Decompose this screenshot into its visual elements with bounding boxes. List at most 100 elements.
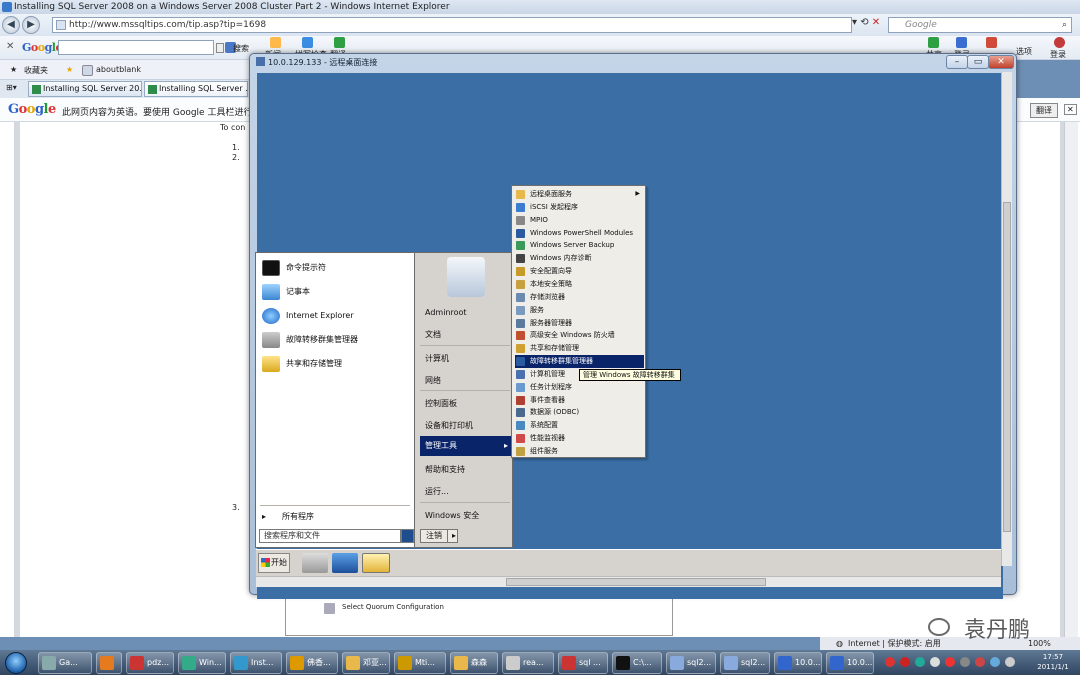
computer-link[interactable]: 计算机 [425,353,449,364]
search-icon[interactable]: ⌕ [1062,18,1067,32]
taskbar-button[interactable]: 10.0... [826,652,874,674]
translate-page-button[interactable]: 翻译 [1030,103,1058,118]
url-field[interactable]: http://www.mssqltips.com/tip.asp?tip=169… [52,17,852,33]
scroll-thumb[interactable] [1003,202,1011,532]
start-item-failover[interactable]: 故障转移群集管理器 [262,330,358,350]
admin-tool-item[interactable]: 远程桌面服务 ▶ [515,188,644,201]
taskbar-button[interactable]: sql ... [558,652,608,674]
start-search-input[interactable]: 搜索程序和文件 [259,529,401,543]
favorites-button[interactable]: 收藏夹 [24,65,48,76]
arrow-right-icon[interactable]: ▸ [452,530,456,542]
tab-2[interactable]: Installing SQL Server ... [144,81,248,97]
taskbar-button[interactable]: Ga... [38,652,92,674]
start-item-share-storage[interactable]: 共享和存储管理 [262,354,342,374]
all-programs[interactable]: ▸ 所有程序 [260,510,412,524]
admin-tool-item[interactable]: 任务计划程序 [515,381,644,394]
stop-icon[interactable]: ✕ [872,17,880,28]
taskbar-button[interactable]: pdz... [126,652,174,674]
aboutblank-link[interactable]: aboutblank [96,65,141,74]
server-manager-icon[interactable] [302,553,328,573]
system-clock[interactable]: 17:57 2011/1/1 [1028,652,1078,674]
taskbar-button[interactable]: Inst... [230,652,282,674]
admin-tool-item[interactable]: 性能监视器 [515,432,644,445]
tray-icon[interactable] [930,657,940,667]
network-icon[interactable] [990,657,1000,667]
admin-tool-item[interactable]: 事件查看器 [515,394,644,407]
dropdown-icon[interactable] [216,43,224,53]
admin-tool-item[interactable]: MPIO [515,214,644,227]
taskbar-button[interactable]: 邓亚... [342,652,390,674]
explorer-folder-icon[interactable] [362,553,390,573]
network-link[interactable]: 网络 [425,375,441,386]
start-item-cmd[interactable]: 命令提示符 [262,258,326,278]
admin-tool-item[interactable]: 服务器管理器 [515,317,644,330]
quick-tabs-icon[interactable]: ⊞▾ [6,83,17,92]
devices-printers-link[interactable]: 设备和打印机 [425,420,473,431]
google-search-button[interactable]: 搜索 [233,43,249,54]
tray-icon[interactable] [885,657,895,667]
admin-tool-item[interactable]: 系统配置 [515,419,644,432]
admin-tool-item[interactable]: 本地安全策略 [515,278,644,291]
taskbar-button[interactable]: sql2... [720,652,770,674]
web-search-input[interactable]: Google ⌕ [888,17,1072,33]
add-favorite-icon[interactable]: ★ [66,65,73,74]
windows-security-link[interactable]: Windows 安全 [425,510,479,521]
admin-tool-item[interactable]: Windows Server Backup [515,239,644,252]
minimize-button[interactable]: – [946,55,968,69]
admin-tools-link[interactable]: 管理工具 ▸ [420,436,512,456]
control-panel-link[interactable]: 控制面板 [425,398,457,409]
taskbar-button[interactable]: Win... [178,652,226,674]
refresh-stop-group[interactable]: ▾ ⟲ ✕ [852,17,880,33]
admin-tool-item[interactable]: 数据源 (ODBC) [515,406,644,419]
documents-link[interactable]: 文档 [425,329,441,340]
admin-tool-item[interactable]: 故障转移群集管理器 [515,355,644,368]
taskbar-button[interactable] [96,652,122,674]
admin-tool-item[interactable]: 高级安全 Windows 防火墙 [515,329,644,342]
run-link[interactable]: 运行... [425,486,449,497]
taskbar-button[interactable]: Mti... [394,652,446,674]
scroll-thumb[interactable] [506,578,766,586]
admin-tool-item[interactable]: 安全配置向导 [515,265,644,278]
taskbar-button[interactable]: 佛香... [286,652,338,674]
close-icon[interactable]: ✕ [1064,104,1077,115]
admin-tool-item[interactable]: Windows 内存诊断 [515,252,644,265]
zoom-level[interactable]: 100% [1028,637,1051,650]
dropdown-icon[interactable]: ▾ [852,17,857,28]
logoff-button[interactable]: 注销 ▸ [420,529,458,543]
admin-tool-item[interactable]: Windows PowerShell Modules [515,227,644,240]
taskbar-button[interactable]: 10.0... [774,652,822,674]
options-button[interactable]: 选项 [1016,46,1032,57]
tray-icon[interactable] [900,657,910,667]
search-icon[interactable] [401,529,414,543]
admin-tool-item[interactable]: iSCSI 发起程序 [515,201,644,214]
back-icon[interactable]: ◀ [2,16,20,34]
user-adminroot[interactable]: Adminroot [425,308,467,317]
tray-icon[interactable] [945,657,955,667]
google-search-input[interactable] [58,40,214,55]
volume-icon[interactable] [1005,657,1015,667]
tray-icon[interactable] [915,657,925,667]
tray-icon[interactable] [960,657,970,667]
rdp-horizontal-scrollbar[interactable] [256,576,1001,587]
tray-icon[interactable] [975,657,985,667]
close-toolbar-icon[interactable]: ✕ [6,41,14,52]
forward-icon[interactable]: ▶ [22,16,40,34]
rdp-vertical-scrollbar[interactable] [1001,72,1012,566]
admin-tool-item[interactable]: 组件服务 [515,445,644,458]
page-scrollbar[interactable] [1064,122,1078,637]
taskbar-button[interactable]: 森森 [450,652,498,674]
server-start-button[interactable]: 开始 [258,553,290,573]
maximize-button[interactable]: ▭ [967,55,989,69]
login-button[interactable]: 登录 [1050,49,1066,60]
powershell-icon[interactable] [332,553,358,573]
taskbar-button[interactable]: C:\... [612,652,662,674]
start-item-notepad[interactable]: 记事本 [262,282,310,302]
tab-1[interactable]: Installing SQL Server 20... [28,81,142,97]
admin-tool-item[interactable]: 共享和存储管理 [515,342,644,355]
start-item-ie[interactable]: Internet Explorer [262,306,354,326]
refresh-icon[interactable]: ⟲ [860,17,868,28]
admin-tool-item[interactable]: 服务 [515,304,644,317]
admin-tool-item[interactable]: 存储浏览器 [515,291,644,304]
help-support-link[interactable]: 帮助和支持 [425,464,465,475]
taskbar-button[interactable]: sql2... [666,652,716,674]
